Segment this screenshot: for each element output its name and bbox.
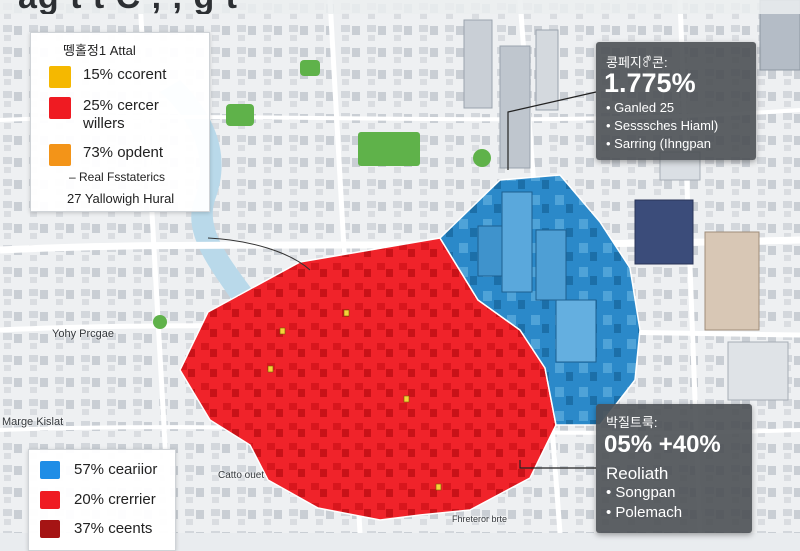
legend-item-label: 20% crerrier	[74, 491, 156, 508]
red-swatch-icon	[40, 491, 60, 509]
callout-top-value: 1.775%	[604, 68, 696, 98]
legend-note-statistics: – Real Fsstaterics	[69, 170, 166, 184]
callout-bottom: 박질트룩: 05% +40% Reoliath • Songpan • Pole…	[596, 404, 752, 533]
callout-top-item: • Sarring (Ihngpan	[606, 136, 712, 151]
map-label-left-low: Marge Kislat	[2, 416, 64, 428]
legend-item-label: 37% ceents	[74, 520, 153, 537]
legend-item-yellow: 15% ccorent	[49, 66, 166, 88]
map-title: ag t t C , , g t	[0, 0, 800, 14]
map-title-text: ag t t C , , g t	[18, 0, 238, 14]
map-label-left-mid: Yohy Prcgae	[52, 328, 114, 340]
yellow-swatch-icon	[49, 66, 71, 88]
callout-top-item: • Ganled 25	[606, 100, 675, 115]
legend-item-orange: 73% opdent	[49, 144, 163, 166]
red-swatch-icon	[49, 97, 71, 119]
callout-top-item: • Sesssches Hiaml)	[606, 118, 719, 133]
callout-bottom-subtitle: Reoliath	[606, 464, 669, 483]
callout-top: 콩페지ꍗ콘: 1.775% • Ganled 25 • Sesssches Hi…	[596, 42, 756, 160]
legend-item-red: 20% crerrier	[40, 491, 156, 509]
orange-swatch-icon	[49, 144, 71, 166]
legend-item-label: 57% ceariior	[74, 461, 158, 478]
legend-top: 뗑홀정1 Attal 15% ccorent 25% cercer willer…	[30, 32, 210, 212]
legend-note-rural: 27 Yallowigh Hural	[67, 191, 175, 206]
callout-bottom-value: 05% +40%	[604, 431, 721, 458]
blue-swatch-icon	[40, 461, 60, 479]
dark-red-swatch-icon	[40, 520, 60, 538]
legend-top-title: 뗑홀정1 Attal	[63, 43, 136, 58]
map-label-bottom-right: Fhreteror brte	[452, 514, 508, 524]
legend-item-label: 15% ccorent	[83, 66, 167, 83]
legend-item-red: 25% cercer willers	[49, 97, 183, 133]
legend-item-label: 73% opdent	[83, 144, 164, 161]
legend-bottom: 57% ceariior 20% crerrier 37% ceents	[28, 449, 176, 551]
callout-bottom-item: • Polemach	[606, 504, 683, 521]
map-label-bottom-center: Catto ouet	[218, 470, 265, 481]
legend-item-label: 25% cercer willers	[83, 97, 159, 132]
callout-bottom-heading: 박질트룩:	[606, 415, 658, 430]
legend-item-dark-red: 37% ceents	[40, 520, 152, 538]
callout-bottom-item: • Songpan	[606, 484, 676, 501]
legend-item-blue: 57% ceariior	[40, 461, 157, 479]
